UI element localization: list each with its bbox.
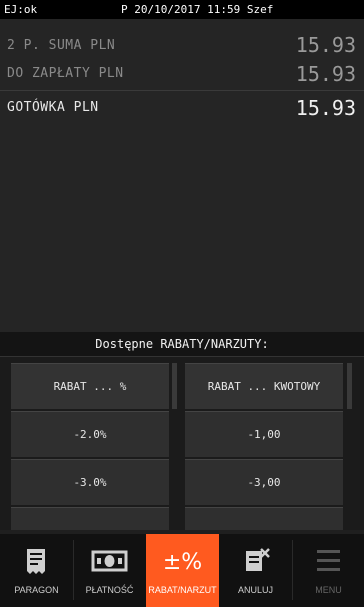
summary-row-cash: GOTÓWKA PLN 15.93 [0,95,364,121]
discounts-panel: RABAT ... % -2.0% -3.0% RABAT ... KWOTOW… [0,357,364,530]
tab-label: MENU [315,585,342,595]
summary-row-to-pay: DO ZAPŁATY PLN 15.93 [0,61,364,87]
tab-menu[interactable]: MENU [292,534,364,607]
discount-option-partial[interactable] [11,507,169,530]
cancel-receipt-icon [246,548,270,571]
svg-text:±%: ±% [163,550,202,574]
summary-value: 15.93 [295,96,356,120]
discount-option[interactable]: -1,00 [185,411,343,457]
discounts-title: Dostępne RABATY/NARZUTY: [0,332,364,357]
tab-label: RABAT/NARZUT [148,585,217,595]
discount-option[interactable]: -3,00 [185,459,343,505]
percent-discount-header[interactable]: RABAT ... % [11,363,169,409]
ej-status: EJ:ok [4,3,38,16]
tab-anuluj[interactable]: ANULUJ [219,534,292,607]
summary-label: 2 P. SUMA PLN [7,38,116,53]
amount-discount-header[interactable]: RABAT ... KWOTOWY [185,363,343,409]
summary-row-total: 2 P. SUMA PLN 15.93 [0,33,364,59]
scroll-indicator [347,363,352,409]
summary-divider [0,90,364,91]
banknote-icon [91,550,128,572]
status-bar: EJ:ok P 20/10/2017 11:59 Szef [0,0,364,19]
discount-option-partial[interactable] [185,507,343,530]
plus-minus-percent-icon: ±% [163,550,202,574]
discount-option[interactable]: -3.0% [11,459,169,505]
summary-label: GOTÓWKA PLN [7,100,99,115]
tab-platnosc[interactable]: PŁATNOŚĆ [73,534,146,607]
hamburger-menu-icon [317,550,340,571]
date-time-user: P 20/10/2017 11:59 Szef [121,3,274,16]
summary-value: 15.93 [295,33,356,57]
tab-paragon[interactable]: PARAGON [0,534,73,607]
receipt-summary: 2 P. SUMA PLN 15.93 DO ZAPŁATY PLN 15.93… [0,19,364,332]
tab-rabat-narzut[interactable]: ±% RABAT/NARZUT [146,534,219,607]
summary-value: 15.93 [295,62,356,86]
tab-label: PARAGON [14,585,59,595]
discount-option[interactable]: -2.0% [11,411,169,457]
receipt-icon [27,549,45,574]
bottom-tab-bar: PARAGON PŁATNOŚĆ ±% RABAT/NARZUT ANULUJ [0,534,364,607]
scroll-indicator [172,363,177,409]
tab-label: ANULUJ [237,585,273,595]
tab-label: PŁATNOŚĆ [85,585,134,595]
summary-label: DO ZAPŁATY PLN [7,66,124,81]
